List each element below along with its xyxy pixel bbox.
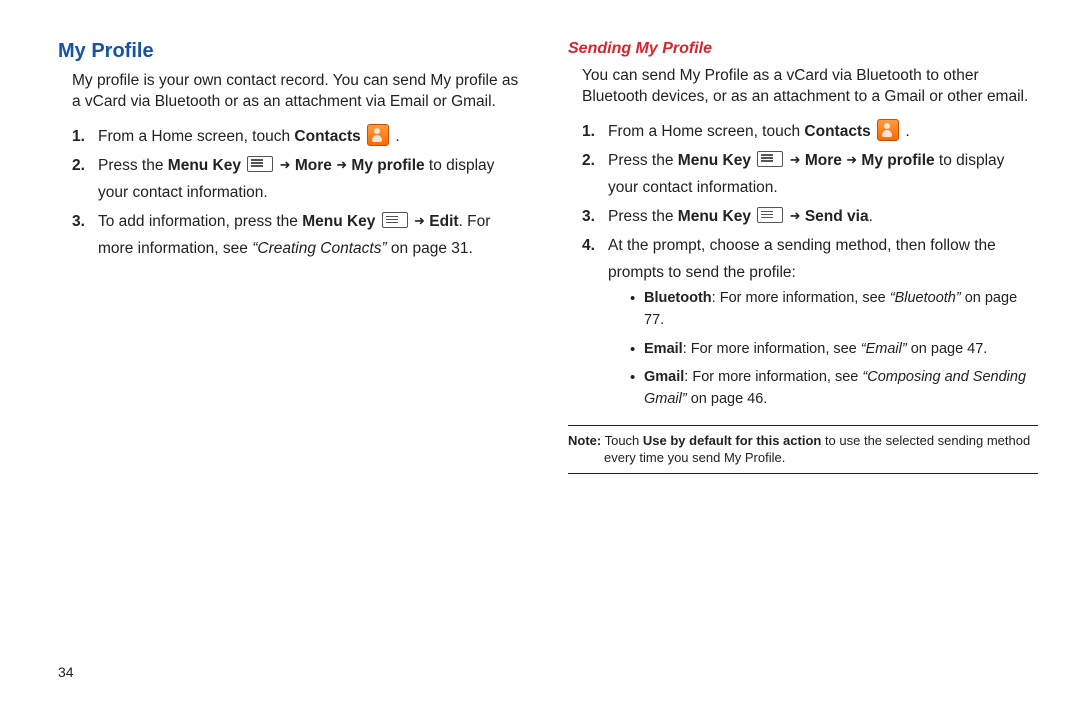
arrow-icon — [280, 157, 291, 174]
r-step4: At the prompt, choose a sending method, … — [608, 237, 996, 281]
send-via-label: Send via — [805, 208, 869, 225]
step-2: Press the Menu Key More My profile to di… — [72, 152, 528, 206]
intro-text: My profile is your own contact record. Y… — [72, 71, 528, 113]
edit-label: Edit — [429, 213, 458, 230]
step3-text-f: on page 31. — [387, 240, 473, 257]
menu-key-label: Menu Key — [678, 152, 751, 169]
contacts-label: Contacts — [294, 128, 360, 145]
step-3: To add information, press the Menu Key E… — [72, 208, 528, 262]
step-4: At the prompt, choose a sending method, … — [582, 232, 1038, 411]
email-label: Email — [644, 341, 683, 357]
section-heading-my-profile: My Profile — [58, 40, 528, 63]
bullet-bluetooth: Bluetooth: For more information, see “Bl… — [630, 287, 1038, 332]
bullet-email: Email: For more information, see “Email”… — [630, 338, 1038, 360]
menu-key-label: Menu Key — [302, 213, 375, 230]
r-step1-a: From a Home screen, touch — [608, 123, 804, 140]
r-step3-d: . — [869, 208, 873, 225]
menu-key-label: Menu Key — [678, 208, 751, 225]
step1-text-a: From a Home screen, touch — [98, 128, 294, 145]
step-3: Press the Menu Key Send via. — [582, 203, 1038, 230]
b2-b: : For more information, see — [683, 341, 861, 357]
r-step1-c: . — [901, 123, 910, 140]
menu-key-icon — [757, 151, 783, 167]
more-label: More — [295, 157, 332, 174]
right-column: Sending My Profile You can send My Profi… — [568, 40, 1038, 474]
email-ref: “Email” — [861, 341, 907, 357]
intro-text: You can send My Profile as a vCard via B… — [582, 66, 1038, 108]
contacts-icon — [877, 119, 899, 141]
arrow-icon — [790, 152, 801, 169]
steps-list: From a Home screen, touch Contacts . Pre… — [58, 123, 528, 263]
gmail-label: Gmail — [644, 369, 684, 385]
b3-b: : For more information, see — [684, 369, 862, 385]
step1-text-c: . — [391, 128, 400, 145]
menu-key-icon — [247, 156, 273, 172]
bluetooth-ref: “Bluetooth” — [890, 290, 961, 306]
b1-b: : For more information, see — [712, 290, 890, 306]
arrow-icon — [414, 213, 425, 230]
page-number: 34 — [58, 664, 74, 680]
bluetooth-label: Bluetooth — [644, 290, 712, 306]
b3-d: on page 46. — [687, 391, 768, 407]
menu-key-label: Menu Key — [168, 157, 241, 174]
left-column: My Profile My profile is your own contac… — [58, 40, 528, 474]
contacts-icon — [367, 124, 389, 146]
sending-methods-list: Bluetooth: For more information, see “Bl… — [608, 287, 1038, 411]
steps-list: From a Home screen, touch Contacts . Pre… — [568, 118, 1038, 411]
r-step3-a: Press the — [608, 208, 678, 225]
section-heading-sending: Sending My Profile — [568, 40, 1038, 58]
my-profile-label: My profile — [351, 157, 424, 174]
arrow-icon — [846, 152, 857, 169]
step-1: From a Home screen, touch Contacts . — [582, 118, 1038, 145]
manual-page: My Profile My profile is your own contac… — [0, 0, 1080, 474]
menu-key-icon — [382, 212, 408, 228]
note-block: Note: Touch Use by default for this acti… — [568, 425, 1038, 474]
b2-d: on page 47. — [907, 341, 988, 357]
arrow-icon — [790, 208, 801, 225]
step3-text-a: To add information, press the — [98, 213, 302, 230]
r-step2-a: Press the — [608, 152, 678, 169]
step-2: Press the Menu Key More My profile to di… — [582, 147, 1038, 201]
more-label: More — [805, 152, 842, 169]
bullet-gmail: Gmail: For more information, see “Compos… — [630, 366, 1038, 411]
contacts-label: Contacts — [804, 123, 870, 140]
creating-contacts-ref: “Creating Contacts” — [252, 240, 386, 257]
arrow-icon — [336, 157, 347, 174]
step2-text-a: Press the — [98, 157, 168, 174]
my-profile-label: My profile — [861, 152, 934, 169]
step-1: From a Home screen, touch Contacts . — [72, 123, 528, 150]
menu-key-icon — [757, 207, 783, 223]
